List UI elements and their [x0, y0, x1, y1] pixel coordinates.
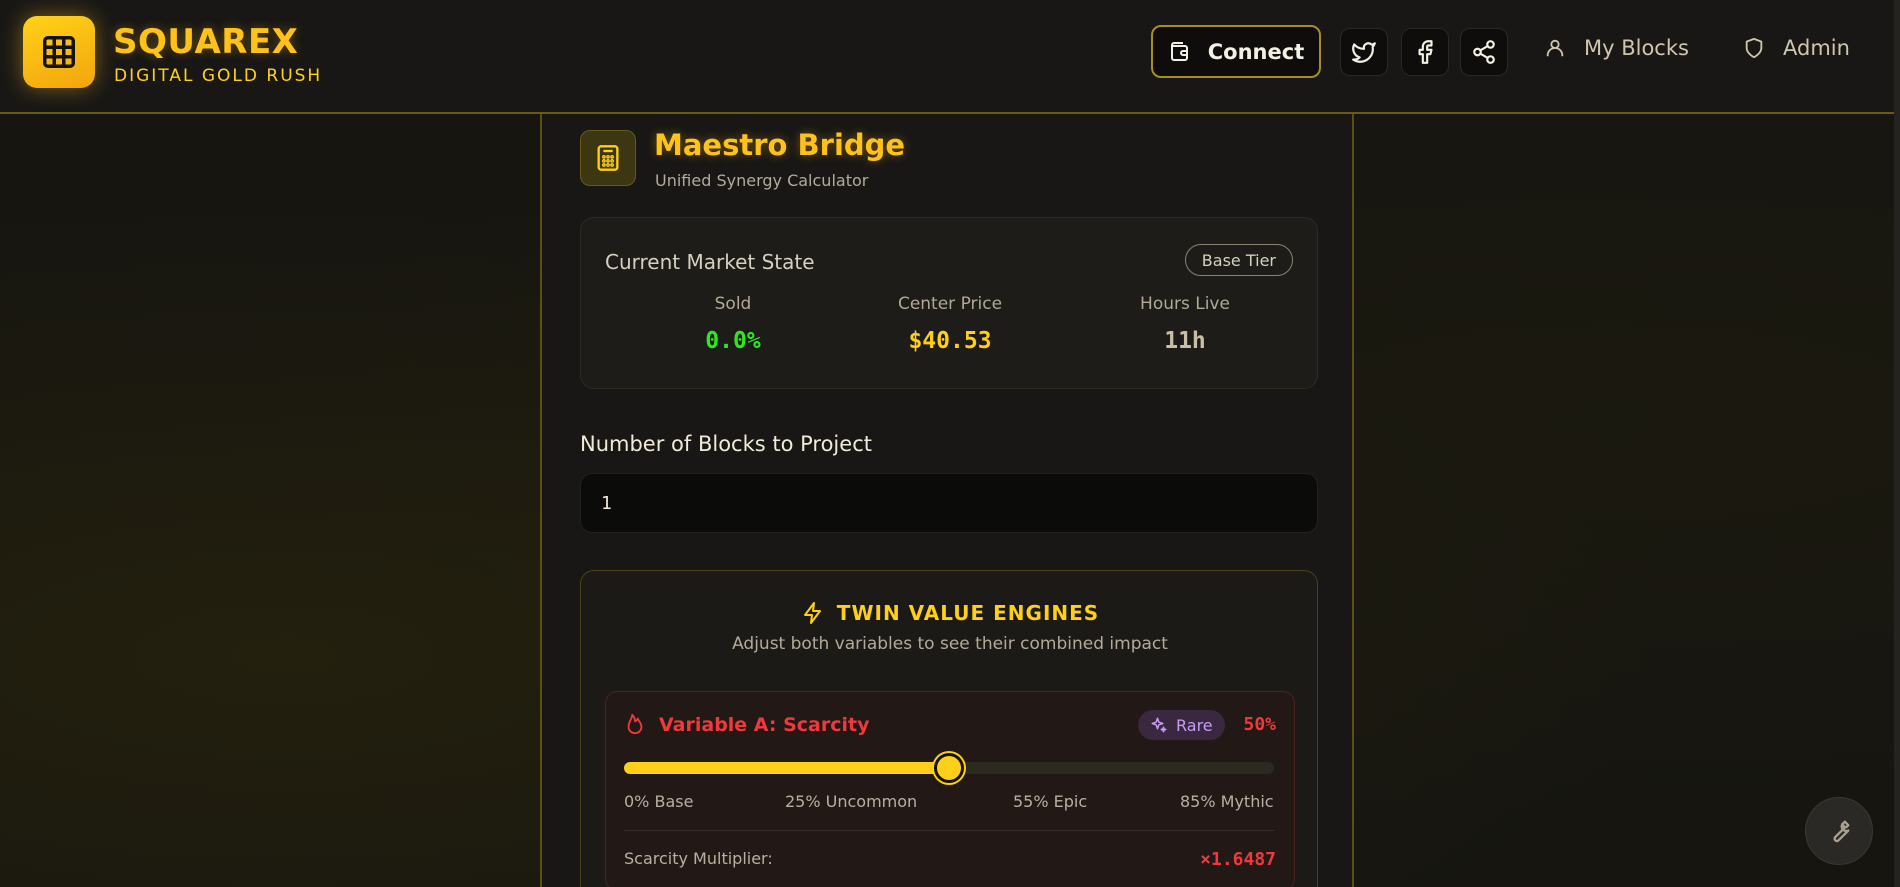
nav-admin-label: Admin: [1783, 36, 1850, 60]
calculator-panel: Maestro Bridge Unified Synergy Calculato…: [540, 114, 1354, 887]
nav-my-blocks-label: My Blocks: [1584, 36, 1689, 60]
engines-title: TWIN VALUE ENGINES: [836, 601, 1100, 625]
twitter-icon: [1352, 42, 1376, 63]
twitter-button[interactable]: [1340, 28, 1388, 76]
logo[interactable]: [23, 16, 95, 88]
connect-label: Connect: [1207, 39, 1305, 64]
wallet-icon: [1170, 41, 1188, 61]
tier-badge: Base Tier: [1184, 244, 1293, 276]
calculator-icon: [597, 145, 619, 171]
facebook-icon: [1418, 40, 1433, 64]
market-state-title: Current Market State: [605, 250, 815, 274]
user-icon: [1546, 39, 1564, 57]
panel-subtitle: Unified Synergy Calculator: [655, 171, 869, 190]
market-state-card: Current Market State Base Tier Sold 0.0%…: [580, 217, 1318, 389]
stat-center-price-label: Center Price: [897, 294, 1003, 314]
top-nav-bar: SQUAREX DIGITAL GOLD RUSH Connect My Blo…: [0, 0, 1900, 114]
blocks-field-label: Number of Blocks to Project: [580, 432, 872, 456]
rarity-badge: Rare: [1138, 710, 1225, 740]
tick-base: 0% Base: [624, 792, 694, 811]
divider: [624, 830, 1274, 831]
engines-heading: TWIN VALUE ENGINES: [581, 601, 1319, 625]
wrench-icon: [1833, 820, 1850, 843]
twin-value-engines-card: TWIN VALUE ENGINES Adjust both variables…: [580, 570, 1318, 887]
engines-subtitle: Adjust both variables to see their combi…: [732, 634, 1168, 654]
rarity-label: Rare: [1176, 715, 1213, 735]
scarcity-multiplier-label: Scarcity Multiplier:: [624, 849, 773, 868]
scarcity-slider-thumb[interactable]: [934, 753, 964, 783]
scarcity-slider-fill: [624, 762, 949, 774]
brand-name[interactable]: SQUAREX: [113, 22, 298, 62]
stat-hours-live-value: 11h: [1164, 328, 1206, 354]
stat-center-price: Center Price $40.53: [818, 294, 1082, 354]
variable-a-title: Variable A: Scarcity: [659, 714, 870, 736]
brand-tagline: DIGITAL GOLD RUSH: [114, 66, 323, 86]
tick-mythic: 85% Mythic: [1180, 792, 1274, 811]
share-icon: [1473, 40, 1495, 64]
sparkle-icon: [1151, 717, 1167, 733]
flame-icon: [627, 713, 643, 735]
scarcity-percent: 50%: [1243, 714, 1276, 735]
variable-a-card: Variable A: Scarcity Rare 50% 0% Base 25…: [605, 691, 1295, 887]
scrollbar[interactable]: [1894, 0, 1900, 887]
calculator-badge: [580, 130, 636, 186]
tick-uncommon: 25% Uncommon: [785, 792, 918, 811]
stat-hours-live-label: Hours Live: [1140, 294, 1230, 314]
stat-center-price-value: $40.53: [908, 328, 992, 354]
panel-title: Maestro Bridge: [654, 128, 906, 162]
shield-icon: [1745, 37, 1763, 59]
connect-wallet-button[interactable]: Connect: [1151, 25, 1321, 78]
scarcity-multiplier-value: ×1.6487: [1200, 849, 1276, 870]
share-button[interactable]: [1460, 28, 1508, 76]
tick-epic: 55% Epic: [1013, 792, 1088, 811]
nav-admin[interactable]: Admin: [1743, 36, 1850, 60]
blocks-input[interactable]: [580, 473, 1318, 533]
grid-icon: [43, 36, 75, 68]
facebook-button[interactable]: [1401, 28, 1449, 76]
lightning-icon: [803, 602, 821, 624]
stat-hours-live: Hours Live 11h: [1053, 294, 1317, 354]
scarcity-slider[interactable]: [624, 753, 1274, 783]
nav-my-blocks[interactable]: My Blocks: [1544, 36, 1689, 60]
tools-button[interactable]: [1805, 797, 1873, 865]
